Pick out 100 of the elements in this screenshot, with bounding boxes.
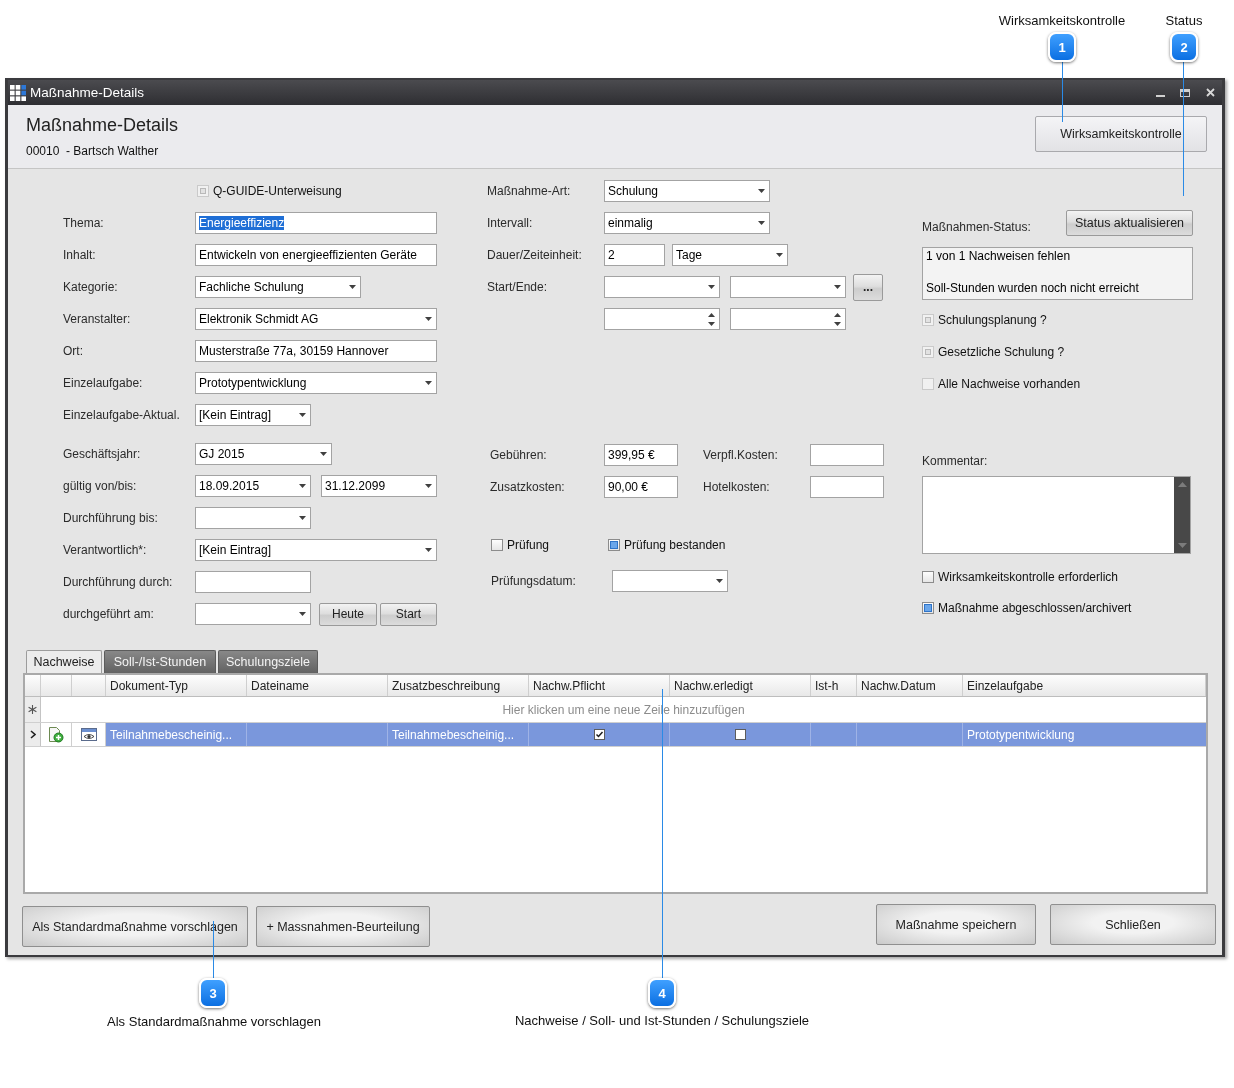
tab[interactable]: Soll-/Ist-Stunden — [104, 650, 216, 673]
callout-label: Nachweise / Soll- und Ist-Stunden / Schulungsziele — [514, 1013, 810, 1028]
dropdown[interactable]: Fachliche Schulung — [195, 276, 361, 298]
callout-label: Als Standardmaßnahme vorschlagen — [107, 1014, 321, 1029]
caret-icon — [425, 381, 432, 385]
caret-icon — [834, 285, 841, 289]
text-field[interactable]: 2 — [604, 244, 665, 266]
today-button[interactable]: Heute — [319, 602, 377, 626]
column-header[interactable]: Einzelaufgabe — [963, 675, 1206, 696]
field-label: Ort: — [63, 344, 84, 358]
text-field[interactable]: 90,00 € — [604, 476, 678, 498]
leader-line — [213, 921, 214, 978]
status-message: 1 von 1 Nachweisen fehlen — [926, 248, 1072, 264]
checkbox[interactable] — [922, 601, 934, 614]
page-title: Maßnahme-Details — [26, 114, 179, 136]
column-header[interactable]: Ist-h — [811, 675, 857, 696]
checkbox-label: Prüfung bestanden — [624, 538, 726, 552]
field-label: Zusatzkosten: — [489, 480, 566, 494]
field-label: Intervall: — [487, 216, 534, 230]
callout-label: Status — [1165, 13, 1203, 28]
caret-icon — [349, 285, 356, 289]
add-document-icon[interactable] — [48, 726, 64, 743]
dropdown[interactable]: 18.09.2015 — [195, 475, 311, 497]
caret-icon — [776, 253, 783, 257]
column-header[interactable]: Nachw.Datum — [857, 675, 963, 696]
spin-arrows-icon[interactable] — [834, 312, 841, 326]
caret-icon — [758, 221, 765, 225]
spin-field[interactable] — [730, 308, 846, 330]
checkbox-label: Schulungsplanung ? — [938, 313, 1047, 327]
dropdown[interactable]: Elektronik Schmidt AG — [195, 308, 437, 330]
column-header[interactable]: Nachw.erledigt — [670, 675, 811, 696]
text-field[interactable]: Musterstraße 77a, 30159 Hannover — [195, 340, 437, 362]
field-label: Durchführung durch: — [63, 575, 174, 589]
dropdown[interactable] — [604, 276, 720, 298]
dropdown[interactable] — [195, 603, 311, 625]
checkbox[interactable] — [491, 539, 503, 551]
dropdown[interactable]: Tage — [672, 244, 788, 266]
assessment-button[interactable]: + Massnahmen-Beurteilung — [256, 906, 430, 947]
dropdown[interactable]: [Kein Eintrag] — [195, 539, 437, 561]
field-label: Kommentar: — [922, 453, 989, 469]
column-header[interactable]: Dokument-Typ — [106, 675, 247, 696]
callout-badge: 4 — [648, 978, 676, 1008]
text-field[interactable]: Energieeffizienz — [195, 212, 437, 234]
field-label: gültig von/bis: — [63, 479, 138, 493]
dropdown[interactable] — [612, 570, 728, 592]
dropdown[interactable] — [195, 507, 311, 529]
chevron-right-icon — [29, 730, 36, 739]
checkbox[interactable] — [608, 539, 620, 551]
scroll-down-icon[interactable] — [1177, 543, 1187, 548]
caret-icon — [716, 579, 723, 583]
field-label: Geschäftsjahr: — [63, 447, 142, 461]
caret-icon — [299, 413, 306, 417]
checkbox-label: Q-GUIDE-Unterweisung — [213, 184, 342, 198]
minimize-icon[interactable] — [1155, 95, 1165, 97]
field-label: Prüfungsdatum: — [491, 574, 577, 588]
tab[interactable]: Nachweise — [26, 650, 102, 673]
dropdown[interactable]: GJ 2015 — [195, 443, 332, 465]
column-header[interactable]: Dateiname — [247, 675, 388, 696]
close-icon[interactable] — [1205, 88, 1215, 97]
column-header[interactable]: Zusatzbeschreibung — [388, 675, 529, 696]
field-label: Durchführung bis: — [63, 511, 159, 525]
close-button[interactable]: Schließen — [1050, 904, 1216, 945]
field-label: Start/Ende: — [487, 280, 549, 294]
table-cell: Teilnahmebescheinig... — [388, 723, 529, 746]
text-field[interactable] — [810, 444, 884, 466]
eye-icon[interactable] — [80, 728, 97, 741]
dropdown[interactable]: einmalig — [604, 212, 770, 234]
text-field[interactable]: Entwickeln von energieeffizienten Geräte — [195, 244, 437, 266]
checkbox[interactable] — [593, 729, 605, 740]
browse-button[interactable]: ... — [853, 273, 883, 301]
tab[interactable]: Schulungsziele — [218, 650, 318, 673]
dropdown[interactable]: [Kein Eintrag] — [195, 404, 311, 426]
dropdown[interactable] — [730, 276, 846, 298]
caret-icon — [320, 452, 327, 456]
text-field[interactable]: 399,95 € — [604, 444, 678, 466]
dropdown[interactable]: Schulung — [604, 180, 770, 202]
callout-badge: 3 — [199, 978, 227, 1008]
dropdown[interactable]: Prototypentwicklung — [195, 372, 437, 394]
text-field[interactable] — [195, 571, 311, 593]
checkbox[interactable] — [734, 729, 746, 740]
checkbox-label: Prüfung — [507, 538, 550, 552]
refresh-status-button[interactable]: Status aktualisieren — [1066, 210, 1193, 236]
scroll-up-icon[interactable] — [1177, 482, 1187, 487]
comment-field[interactable] — [922, 476, 1191, 554]
effectiveness-check-button[interactable]: Wirksamkeitskontrolle — [1035, 116, 1207, 152]
start-button[interactable]: Start — [380, 602, 437, 626]
checkbox[interactable] — [922, 570, 934, 583]
field-label: Veranstalter: — [63, 312, 132, 326]
spin-field[interactable] — [604, 308, 720, 330]
grid-icon — [10, 84, 26, 101]
text-field[interactable] — [810, 476, 884, 498]
scrollbar[interactable] — [1174, 477, 1190, 553]
callout-badge: 1 — [1048, 32, 1076, 62]
field-label: Gebühren: — [489, 448, 548, 462]
checkbox-label: Gesetzliche Schulung ? — [938, 345, 1065, 359]
dropdown[interactable]: 31.12.2099 — [321, 475, 437, 497]
checkbox-label: Maßnahme abgeschlossen/archivert — [938, 600, 1132, 615]
field-label: Maßnahme-Art: — [487, 184, 572, 198]
save-button[interactable]: Maßnahme speichern — [876, 904, 1036, 945]
spin-arrows-icon[interactable] — [708, 312, 715, 326]
